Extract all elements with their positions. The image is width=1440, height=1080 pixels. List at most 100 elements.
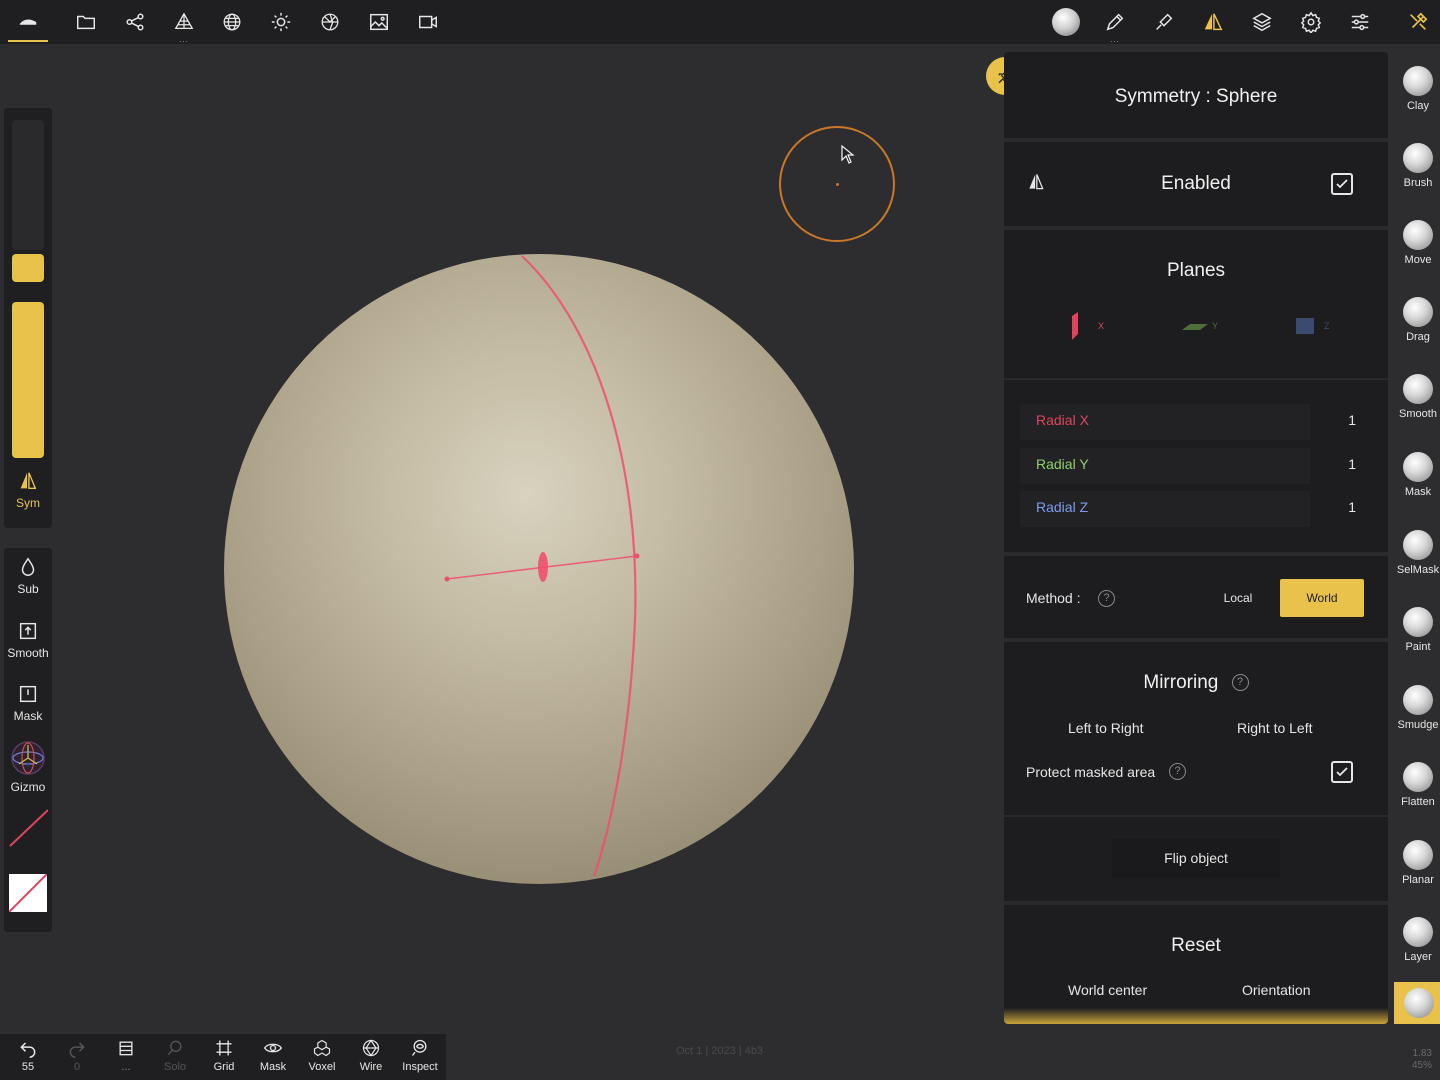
gizmo-icon xyxy=(11,741,45,775)
light-icon[interactable] xyxy=(261,4,301,40)
smudge-brush-icon xyxy=(1403,685,1433,715)
undo-button[interactable]: 55 xyxy=(4,1038,52,1073)
reset-world-center-button[interactable]: World center xyxy=(1068,982,1147,998)
video-icon[interactable] xyxy=(408,4,448,40)
redo-icon xyxy=(69,1042,85,1058)
planes-title: Planes xyxy=(1166,260,1226,281)
brush-planar[interactable]: Planar xyxy=(1396,840,1440,886)
undo-count: 55 xyxy=(21,1061,35,1073)
brush-label: Layer xyxy=(1404,951,1432,963)
layers-icon[interactable] xyxy=(1242,4,1282,40)
mirroring-title: Mirroring xyxy=(1143,672,1219,693)
gizmo-toggle[interactable]: Gizmo xyxy=(4,740,52,794)
divider xyxy=(1004,638,1388,642)
solo-label: Solo xyxy=(163,1061,187,1073)
plane-z-toggle[interactable]: Z xyxy=(1294,316,1334,338)
mask-label: Mask xyxy=(13,709,43,723)
layer-brush-icon xyxy=(1403,917,1433,947)
protect-masked-checkbox[interactable] xyxy=(1331,761,1353,783)
wire-button[interactable]: Wire xyxy=(347,1038,395,1073)
wire-label: Wire xyxy=(359,1061,383,1073)
enabled-checkbox[interactable] xyxy=(1331,173,1353,195)
redo-button[interactable]: 0 xyxy=(53,1038,101,1073)
mask-view-label: Mask xyxy=(259,1061,287,1073)
radial-y-label: Radial Y xyxy=(1036,456,1089,472)
brush-drag[interactable]: Drag xyxy=(1396,297,1440,343)
share-icon[interactable] xyxy=(115,4,155,40)
sphere-mesh[interactable] xyxy=(224,254,854,884)
texture-slot[interactable] xyxy=(8,873,48,913)
brush-move[interactable]: Move xyxy=(1396,220,1440,266)
inspect-button[interactable]: Inspect xyxy=(396,1038,444,1073)
divider xyxy=(1004,226,1388,230)
mirroring-help-icon[interactable]: ? xyxy=(1231,674,1249,692)
mask-brush-icon xyxy=(1403,452,1433,482)
radius-slider-handle[interactable] xyxy=(12,254,44,282)
brush-brush[interactable]: Brush xyxy=(1396,143,1440,189)
mesh-icon[interactable] xyxy=(212,4,252,40)
scene-icon[interactable] xyxy=(8,4,48,40)
reset-orientation-button[interactable]: Orientation xyxy=(1242,982,1310,998)
brush-mask[interactable]: Mask xyxy=(1396,452,1440,498)
method-local-button[interactable]: Local xyxy=(1196,579,1280,617)
image-icon[interactable] xyxy=(359,4,399,40)
sub-label: Sub xyxy=(17,582,39,596)
method-help-icon[interactable]: ? xyxy=(1098,590,1115,607)
solo-button[interactable]: Solo xyxy=(151,1038,199,1073)
current-brush-icon[interactable] xyxy=(1404,988,1434,1018)
sliders-icon[interactable] xyxy=(1340,4,1380,40)
settings-icon[interactable] xyxy=(1291,4,1331,40)
mirror-right-to-left-button[interactable]: Right to Left xyxy=(1237,720,1313,736)
radial-x-slider[interactable]: Radial X 1 xyxy=(1020,402,1360,442)
radial-x-label: Radial X xyxy=(1036,412,1089,428)
voxel-button[interactable]: Voxel xyxy=(298,1038,346,1073)
flip-object-button[interactable]: Flip object xyxy=(1112,839,1280,877)
brush-brush-icon xyxy=(1403,143,1433,173)
tools-icon[interactable] xyxy=(1398,4,1438,40)
smooth-brush-icon xyxy=(1403,374,1433,404)
brush-paint[interactable]: Paint xyxy=(1396,607,1440,653)
brush-clay[interactable]: Clay xyxy=(1396,66,1440,112)
left-tool-panel: Sub Smooth Mask Gizmo xyxy=(4,548,52,932)
mask-view-button[interactable]: Mask xyxy=(249,1038,297,1073)
alpha-slot[interactable] xyxy=(8,808,49,848)
smooth-shortcut[interactable]: Smooth xyxy=(4,620,52,660)
move-brush-icon xyxy=(1403,220,1433,250)
symmetry-icon[interactable] xyxy=(1193,4,1233,40)
brush-flatten[interactable]: Flatten xyxy=(1396,762,1440,808)
inspect-label: Inspect xyxy=(402,1061,438,1073)
grid-button[interactable]: Grid xyxy=(200,1038,248,1073)
sub-toggle[interactable]: Sub xyxy=(4,556,52,596)
redo-count: 0 xyxy=(73,1061,81,1073)
method-world-button[interactable]: World xyxy=(1280,579,1364,617)
mouse-pointer-icon xyxy=(841,144,855,164)
brush-layer[interactable]: Layer xyxy=(1396,917,1440,963)
pen-icon[interactable]: ... xyxy=(1095,4,1135,44)
stroke-icon[interactable] xyxy=(1144,4,1184,40)
brush-column: Clay Brush Move Drag Smooth Mask SelMask Paint S… xyxy=(1396,52,1440,1024)
plane-x-toggle[interactable]: X xyxy=(1068,312,1108,340)
scene-list-button[interactable]: ... xyxy=(102,1038,150,1073)
mask-shortcut[interactable]: Mask xyxy=(4,683,52,723)
matcap-icon[interactable] xyxy=(1046,4,1086,40)
voxel-icon xyxy=(313,1039,331,1057)
paint-brush-icon xyxy=(1403,607,1433,637)
undo-icon xyxy=(20,1042,36,1058)
plane-y-toggle[interactable]: Y xyxy=(1176,316,1222,336)
sym-toggle[interactable]: Sym xyxy=(4,470,52,510)
material-icon[interactable] xyxy=(310,4,350,40)
radial-z-slider[interactable]: Radial Z 1 xyxy=(1020,489,1360,529)
radius-slider[interactable] xyxy=(12,120,44,250)
radial-z-label: Radial Z xyxy=(1036,499,1089,515)
brush-smooth[interactable]: Smooth xyxy=(1396,374,1440,420)
topology-icon[interactable]: ... xyxy=(164,4,204,44)
smooth-box-icon xyxy=(19,622,37,640)
brush-label: Brush xyxy=(1403,177,1433,189)
mirror-left-to-right-button[interactable]: Left to Right xyxy=(1068,720,1144,736)
brush-smudge[interactable]: Smudge xyxy=(1396,685,1440,731)
folder-icon[interactable] xyxy=(66,4,106,40)
radial-y-slider[interactable]: Radial Y 1 xyxy=(1020,446,1360,486)
protect-help-icon[interactable]: ? xyxy=(1169,763,1186,780)
intensity-slider[interactable] xyxy=(12,302,44,458)
brush-selmask[interactable]: SelMask xyxy=(1396,530,1440,576)
